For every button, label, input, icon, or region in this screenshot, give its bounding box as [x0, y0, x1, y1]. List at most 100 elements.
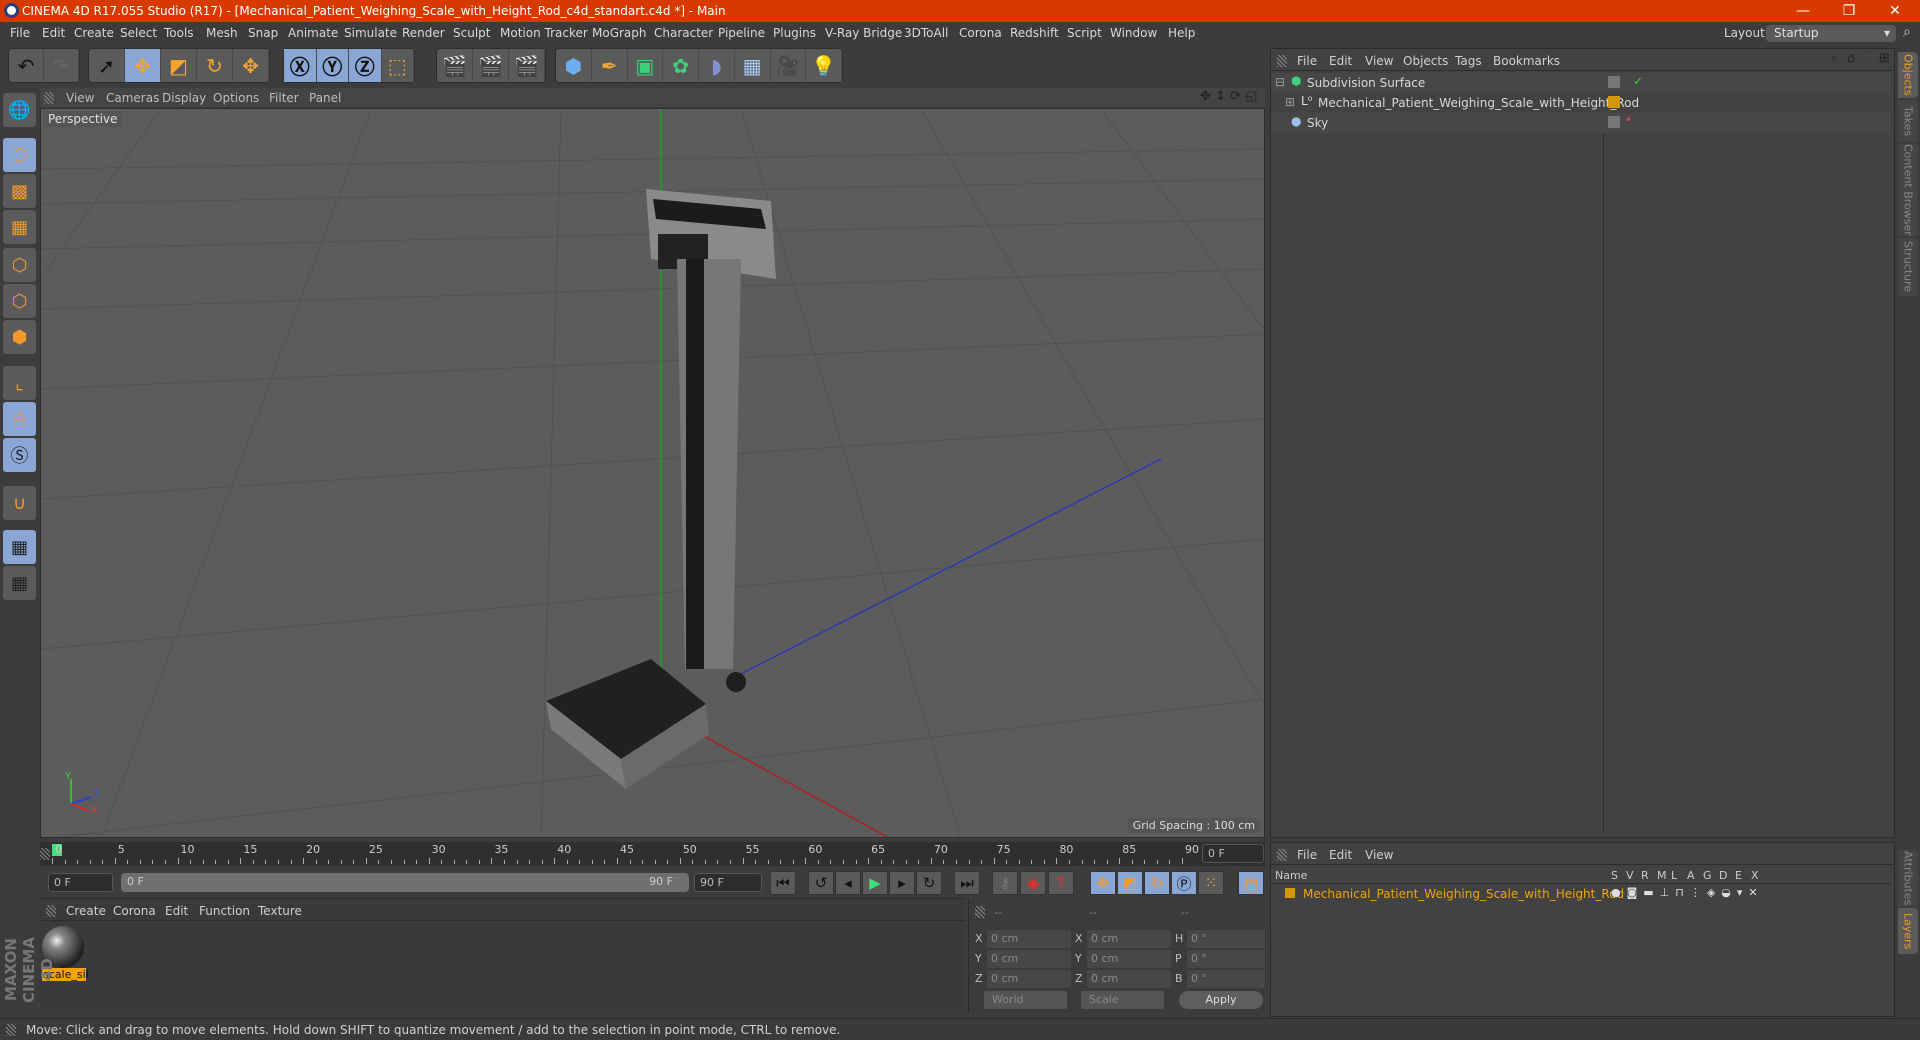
subdivision-icon[interactable]: ▣: [628, 49, 664, 82]
layers-menu-file[interactable]: File: [1297, 848, 1317, 862]
home-icon[interactable]: ⌂: [1847, 51, 1855, 66]
viewport-menu-cameras[interactable]: Cameras: [106, 91, 159, 105]
record-keys-icon[interactable]: ⚷: [992, 871, 1018, 895]
orbit-icon[interactable]: ⟳: [1230, 89, 1241, 104]
make-editable-icon[interactable]: 🌐: [3, 93, 36, 127]
menu-create[interactable]: Create: [74, 26, 114, 40]
collapse-icon[interactable]: ⊟: [1275, 75, 1285, 89]
close-button[interactable]: ✕: [1872, 0, 1918, 22]
undo-icon[interactable]: ↶: [9, 49, 44, 82]
prev-key-icon[interactable]: ↺: [808, 871, 834, 895]
size-z-field[interactable]: 0 cm: [1087, 970, 1171, 988]
panel-grip[interactable]: [44, 92, 54, 104]
pos-z-field[interactable]: 0 cm: [987, 970, 1071, 988]
render-picture-icon[interactable]: 🎬: [473, 49, 509, 82]
layers-menu-view[interactable]: View: [1365, 848, 1393, 862]
layers-column-r[interactable]: R: [1641, 869, 1649, 882]
menu-redshift[interactable]: Redshift: [1010, 26, 1059, 40]
menu-snap[interactable]: Snap: [248, 26, 278, 40]
key-pla-icon[interactable]: ⁙: [1198, 871, 1224, 895]
layers-column-s[interactable]: S: [1611, 869, 1618, 882]
panel-grip[interactable]: [1277, 849, 1287, 861]
menu-3dtoall[interactable]: 3DToAll: [904, 26, 948, 40]
move-icon[interactable]: ✥: [125, 49, 161, 82]
menu-character[interactable]: Character: [654, 26, 713, 40]
light-icon[interactable]: 💡: [806, 49, 842, 82]
prev-frame-icon[interactable]: ◂: [835, 871, 861, 895]
rot-b-field[interactable]: 0 °: [1187, 970, 1265, 988]
keyframe-selection-icon[interactable]: ?: [1048, 871, 1074, 895]
menu-vray-bridge[interactable]: V-Ray Bridge: [825, 26, 902, 40]
tab-objects[interactable]: Objects: [1898, 52, 1918, 98]
frame-range-slider[interactable]: 0 F 90 F: [121, 873, 689, 892]
panel-grip[interactable]: [975, 906, 985, 918]
timeline-ruler[interactable]: 0 5 10 15 20 25 30 35 40 45 50 55 60 65 70 75 80 85 90 0 F: [40, 842, 1265, 866]
menu-render[interactable]: Render: [402, 26, 445, 40]
menu-animate[interactable]: Animate: [288, 26, 338, 40]
tab-takes[interactable]: Takes: [1898, 100, 1918, 142]
menu-help[interactable]: Help: [1168, 26, 1195, 40]
menu-mesh[interactable]: Mesh: [206, 26, 238, 40]
floor-icon[interactable]: ▦: [735, 49, 771, 82]
coord-mode-dropdown[interactable]: World: [984, 991, 1067, 1009]
viewport-menu-display[interactable]: Display: [162, 91, 206, 105]
layer-color-icon[interactable]: [1285, 888, 1295, 898]
layers-column-x[interactable]: X: [1751, 869, 1759, 882]
enabled-check-icon[interactable]: ✓: [1633, 74, 1643, 88]
menu-mograph[interactable]: MoGraph: [592, 26, 647, 40]
layer-flag-icons[interactable]: ●◙▬⊥⊓⋮◈◒▾✕: [1611, 886, 1764, 899]
rotate-icon[interactable]: ↻: [197, 49, 233, 82]
z-axis-icon[interactable]: Ⓩ: [349, 49, 382, 82]
layers-column-d[interactable]: D: [1719, 869, 1727, 882]
cloner-icon[interactable]: ✿: [663, 49, 699, 82]
objects-menu-view[interactable]: View: [1365, 54, 1393, 68]
layer-row[interactable]: Mechanical_Patient_Weighing_Scale_with_H…: [1271, 885, 1891, 903]
menu-file[interactable]: File: [10, 26, 30, 40]
layers-menu-edit[interactable]: Edit: [1329, 848, 1352, 862]
camera-icon[interactable]: 🎥: [771, 49, 807, 82]
layer-swatch-icon[interactable]: [1608, 76, 1620, 88]
workplane-lock-icon[interactable]: ▦: [3, 530, 36, 564]
start-frame-field[interactable]: 0 F: [48, 873, 113, 892]
rot-h-field[interactable]: 0 °: [1187, 930, 1265, 948]
goto-end-icon[interactable]: ⏭: [954, 871, 980, 895]
select-icon[interactable]: ➚: [89, 49, 125, 82]
tab-structure[interactable]: Structure: [1898, 238, 1918, 296]
texture-mode-icon[interactable]: ▩: [3, 174, 36, 208]
y-axis-icon[interactable]: Ⓨ: [316, 49, 349, 82]
key-parameter-icon[interactable]: Ⓟ: [1171, 871, 1197, 895]
world-coord-icon[interactable]: ⬚: [382, 49, 414, 82]
rot-p-field[interactable]: 0 °: [1187, 950, 1265, 968]
cube-icon[interactable]: ⬢: [556, 49, 592, 82]
objects-menu-edit[interactable]: Edit: [1329, 54, 1352, 68]
goto-start-icon[interactable]: ⏮: [770, 871, 796, 895]
pan-icon[interactable]: ✥: [1200, 89, 1211, 104]
next-key-icon[interactable]: ↻: [916, 871, 942, 895]
menu-corona[interactable]: Corona: [959, 26, 1002, 40]
objects-menu-tags[interactable]: Tags: [1455, 54, 1482, 68]
panel-grip[interactable]: [6, 1024, 16, 1036]
tab-layers[interactable]: Layers: [1898, 908, 1918, 954]
material-menu-corona[interactable]: Corona: [113, 904, 156, 918]
layout-dropdown[interactable]: Startup: [1766, 25, 1896, 42]
menu-window[interactable]: Window: [1110, 26, 1157, 40]
apply-button[interactable]: Apply: [1179, 991, 1263, 1009]
visibility-dot-icon[interactable]: •: [1625, 113, 1632, 127]
search-icon[interactable]: ⌕: [1903, 24, 1911, 40]
viewport-menu-options[interactable]: Options: [213, 91, 259, 105]
menu-script[interactable]: Script: [1067, 26, 1102, 40]
material-menu-edit[interactable]: Edit: [165, 904, 188, 918]
layers-column-a[interactable]: A: [1687, 869, 1695, 882]
menu-simulate[interactable]: Simulate: [344, 26, 397, 40]
key-rotation-icon[interactable]: ↻: [1144, 871, 1170, 895]
pos-x-field[interactable]: 0 cm: [987, 930, 1071, 948]
menu-sculpt[interactable]: Sculpt: [453, 26, 490, 40]
edges-mode-icon[interactable]: ⬡: [3, 284, 36, 318]
layers-column-e[interactable]: E: [1735, 869, 1742, 882]
menu-tools[interactable]: Tools: [164, 26, 194, 40]
pen-spline-icon[interactable]: ✒: [592, 49, 628, 82]
viewport-menu-view[interactable]: View: [66, 91, 94, 105]
panel-grip[interactable]: [46, 905, 56, 917]
polygons-mode-icon[interactable]: ⬢: [3, 320, 36, 354]
toggle-icon[interactable]: ⬭: [1865, 51, 1876, 66]
